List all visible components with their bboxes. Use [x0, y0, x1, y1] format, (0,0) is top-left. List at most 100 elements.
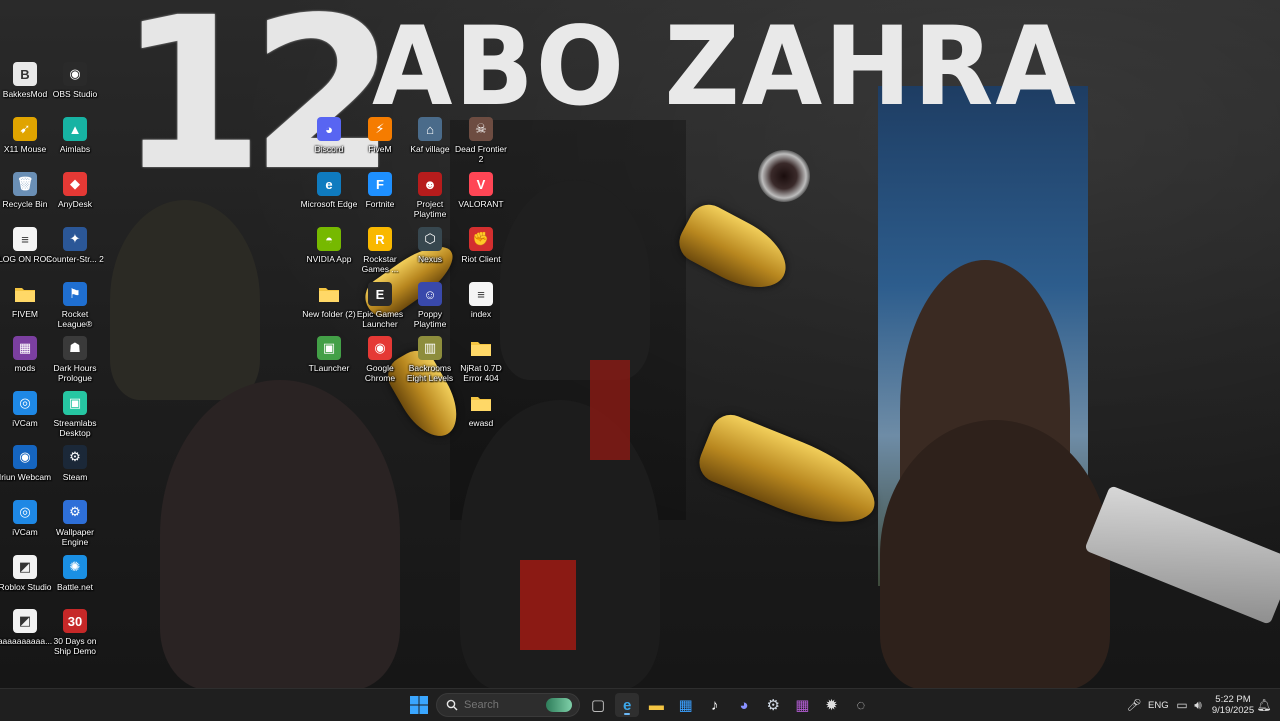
- desktop-icon[interactable]: ◉ Iriun Webcam: [0, 441, 51, 497]
- file-explorer-icon[interactable]: ▬: [644, 693, 668, 717]
- nvidia-icon: ◓: [317, 227, 341, 251]
- desktop-icon-label: NVIDIA App: [306, 254, 352, 264]
- desktop-icon-label: Dead Frontier 2: [455, 144, 507, 164]
- settings-app-icon[interactable]: ◌: [849, 693, 873, 717]
- desktop-icon[interactable]: ⚑ Rocket League®: [50, 278, 100, 334]
- desktop-icon-label: Discord: [314, 144, 344, 154]
- search-input[interactable]: [464, 699, 544, 711]
- taskbar-search-box[interactable]: [436, 693, 580, 717]
- winrar-taskbar-icon[interactable]: ▦: [790, 693, 814, 717]
- desktop-icon[interactable]: R Rockstar Games ...: [355, 223, 405, 279]
- kaf-village-icon: ⌂: [418, 117, 442, 141]
- language-indicator[interactable]: ENG: [1148, 700, 1169, 711]
- desktop-icon[interactable]: E Epic Games Launcher: [355, 278, 405, 334]
- desktop-icon[interactable]: ⚡ FiveM: [355, 113, 405, 169]
- mouse-cursor-icon: ➹: [13, 117, 37, 141]
- desktop-icon[interactable]: V VALORANT: [456, 168, 506, 224]
- desktop-icon[interactable]: ☺ Poppy Playtime: [405, 278, 455, 334]
- desktop-icon-label: NjRat 0.7D Error 404: [460, 363, 502, 383]
- desktop-icon[interactable]: ◓ NVIDIA App: [304, 223, 354, 279]
- desktop-icon[interactable]: ◉ Google Chrome: [355, 332, 405, 388]
- taskbar-clock[interactable]: 5:22 PM 9/19/2025: [1208, 694, 1258, 716]
- steelseries-icon[interactable]: ✹: [820, 693, 844, 717]
- dead-frontier-icon: ☠: [469, 117, 493, 141]
- desktop-icon[interactable]: New folder (2): [302, 278, 356, 334]
- document-icon: ≡: [469, 282, 493, 306]
- backrooms-icon: ▥: [418, 336, 442, 360]
- desktop-icon-area: B BakkesMod ◉ OBS Studio ➹ X11 Mouse ▲ Aimlabs 🗑…: [0, 0, 1280, 688]
- aimlabs-icon: ▲: [63, 117, 87, 141]
- desktop-icon[interactable]: 🗑 Recycle Bin: [0, 168, 50, 224]
- desktop-icon[interactable]: ◎ iVCam: [0, 496, 50, 552]
- fivem-icon: ⚡: [368, 117, 392, 141]
- desktop-icon[interactable]: ▦ mods: [0, 332, 50, 388]
- volume-icon[interactable]: 🔊︎: [1186, 693, 1210, 717]
- dark-hours-icon: ☗: [63, 336, 87, 360]
- desktop-icon[interactable]: ≡ LOG ON ROK: [0, 223, 52, 279]
- bakkesmod-icon: B: [13, 62, 37, 86]
- desktop-icon[interactable]: F Fortnite: [355, 168, 405, 224]
- desktop-icon-label: Rocket League®: [57, 309, 93, 329]
- desktop-icon[interactable]: ☗ Dark Hours Prologue: [50, 332, 100, 388]
- desktop-icon[interactable]: 30 30 Days on Ship Demo: [50, 605, 100, 661]
- edge-icon: e: [317, 172, 341, 196]
- desktop-icon-label: ewasd: [468, 418, 494, 428]
- fortnite-icon: F: [368, 172, 392, 196]
- desktop-icon[interactable]: ⌂ Kaf village: [405, 113, 455, 169]
- desktop-icon[interactable]: ◩ aaaaaaaaaa...: [0, 605, 52, 661]
- desktop-icon[interactable]: ☻ Project Playtime: [405, 168, 455, 224]
- desktop-icon-label: Wallpaper Engine: [56, 527, 94, 547]
- desktop-icon[interactable]: ewasd: [456, 387, 506, 443]
- desktop-icon[interactable]: ◆ AnyDesk: [50, 168, 100, 224]
- desktop-icon-label: Dark Hours Prologue: [53, 363, 97, 383]
- tiktok-icon[interactable]: ♪: [703, 693, 727, 717]
- desktop-icon[interactable]: e Microsoft Edge: [301, 168, 357, 224]
- wallpaper-engine-icon: ⚙: [63, 500, 87, 524]
- document-icon: ≡: [13, 227, 37, 251]
- taskbar: ▢e▬▦♪◕⚙▦✹◌ 🎤︎ ENG ▭ 🔊︎ 5:22 PM 9/19/2025…: [0, 688, 1280, 721]
- steam-icon: ⚙: [63, 445, 87, 469]
- desktop-icon[interactable]: ◎ iVCam: [0, 387, 50, 443]
- desktop-icon[interactable]: FIVEM: [0, 278, 50, 334]
- discord-taskbar-icon[interactable]: ◕: [732, 693, 756, 717]
- desktop-icon[interactable]: ⚙ Steam: [50, 441, 100, 497]
- chrome-icon: ◉: [368, 336, 392, 360]
- desktop-icon-label: Project Playtime: [413, 199, 447, 219]
- ivcam-icon: ◎: [13, 391, 37, 415]
- desktop-icon-label: AnyDesk: [57, 199, 92, 209]
- edge-taskbar-icon[interactable]: e: [615, 693, 640, 717]
- desktop-icon-label: 30 Days on Ship Demo: [53, 636, 97, 656]
- desktop-icon[interactable]: ⚙ Wallpaper Engine: [50, 496, 100, 552]
- desktop-icon-label: Poppy Playtime: [413, 309, 447, 329]
- microsoft-store-icon[interactable]: ▦: [674, 693, 698, 717]
- microphone-icon[interactable]: 🎤︎: [1122, 693, 1146, 717]
- desktop-icon-label: Battle.net: [57, 582, 93, 592]
- desktop-icon[interactable]: ✦ Counter-Str... 2: [46, 223, 104, 279]
- desktop-icon[interactable]: ≡ index: [456, 278, 506, 334]
- desktop-icon[interactable]: ▲ Aimlabs: [50, 113, 100, 169]
- winrar-icon: ▦: [13, 336, 37, 360]
- desktop-icon[interactable]: ⬡ Nexus: [405, 223, 455, 279]
- desktop-icon[interactable]: ◉ OBS Studio: [50, 58, 100, 114]
- desktop-icon[interactable]: NjRat 0.7D Error 404: [456, 332, 506, 388]
- active-app-indicator: [624, 713, 631, 715]
- task-view-icon[interactable]: ▢: [586, 693, 610, 717]
- notification-bell-icon[interactable]: 🔔︎: [1252, 693, 1276, 717]
- steam-taskbar-icon[interactable]: ⚙: [761, 693, 785, 717]
- roblox-icon: ◩: [13, 609, 37, 633]
- desktop-icon[interactable]: ▣ Streamlabs Desktop: [50, 387, 100, 443]
- desktop-icon[interactable]: ▥ Backrooms Eight Levels: [405, 332, 455, 388]
- desktop-icon[interactable]: B BakkesMod: [0, 58, 50, 114]
- start-button[interactable]: [407, 693, 431, 717]
- desktop-icon[interactable]: ◩ Roblox Studio: [0, 551, 51, 607]
- desktop-icon[interactable]: ➹ X11 Mouse: [0, 113, 50, 169]
- desktop-icon-label: Aimlabs: [59, 144, 91, 154]
- desktop-icon[interactable]: ▣ TLauncher: [304, 332, 354, 388]
- desktop-icon-label: Nexus: [417, 254, 443, 264]
- desktop-icon[interactable]: ✊ Riot Client: [456, 223, 506, 279]
- desktop-icon[interactable]: ☠ Dead Frontier 2: [455, 113, 507, 169]
- desktop-icon[interactable]: ✺ Battle.net: [50, 551, 100, 607]
- desktop-icon-label: Riot Client: [461, 254, 501, 264]
- desktop-icon[interactable]: ◕ Discord: [304, 113, 354, 169]
- folder-icon: [13, 282, 37, 306]
